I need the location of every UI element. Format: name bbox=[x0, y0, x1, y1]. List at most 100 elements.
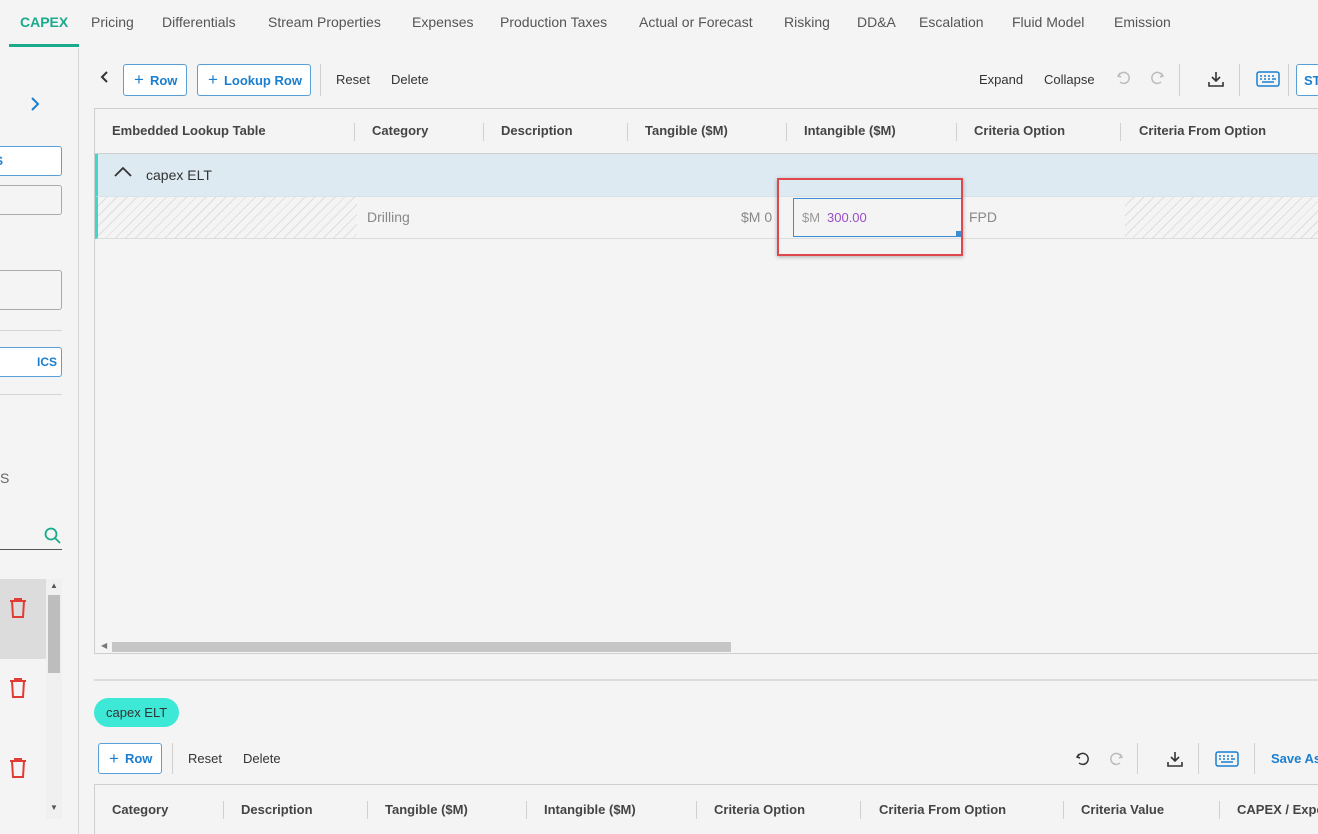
trash-icon[interactable] bbox=[9, 677, 27, 702]
column-separator[interactable] bbox=[223, 801, 224, 819]
column-separator[interactable] bbox=[354, 123, 355, 141]
cell-tangible[interactable]: $M 0 bbox=[741, 209, 772, 225]
scroll-up-icon[interactable]: ▲ bbox=[50, 581, 58, 590]
sidebar-scrollbar[interactable]: ▲ ▼ bbox=[46, 579, 62, 819]
download-icon[interactable] bbox=[1207, 70, 1225, 91]
cell-criteria-option[interactable]: FPD bbox=[969, 209, 997, 225]
column-header-intangible[interactable]: Intangible ($M) bbox=[804, 123, 896, 138]
chevron-up-icon[interactable] bbox=[113, 166, 133, 181]
column-header-category[interactable]: Category bbox=[112, 802, 168, 817]
tab-fluid-model[interactable]: Fluid Model bbox=[1012, 14, 1084, 30]
cell-category[interactable]: Drilling bbox=[367, 209, 410, 225]
column-separator[interactable] bbox=[1219, 801, 1220, 819]
group-row[interactable]: capex ELT bbox=[95, 154, 1318, 197]
trash-icon[interactable] bbox=[9, 597, 27, 622]
sidebar-button-ics[interactable]: ICS bbox=[0, 347, 62, 377]
edit-cell-value: 300.00 bbox=[827, 210, 867, 225]
column-separator[interactable] bbox=[483, 123, 484, 141]
tab-stream-properties[interactable]: Stream Properties bbox=[268, 14, 381, 30]
table-row[interactable]: Drilling $M 0 $M 300.00 FPD bbox=[95, 197, 1318, 239]
column-header-intangible[interactable]: Intangible ($M) bbox=[544, 802, 636, 817]
tab-risking[interactable]: Risking bbox=[784, 14, 830, 30]
tab-dda[interactable]: DD&A bbox=[857, 14, 896, 30]
column-header-criteria-option[interactable]: Criteria Option bbox=[714, 802, 805, 817]
toolbar-separator bbox=[320, 64, 321, 96]
delete-button[interactable]: Delete bbox=[391, 72, 429, 87]
lookup-table-chip[interactable]: capex ELT bbox=[94, 698, 180, 727]
column-separator[interactable] bbox=[860, 801, 861, 819]
capex-grid: Embedded Lookup Table Category Descripti… bbox=[94, 108, 1318, 654]
column-separator[interactable] bbox=[696, 801, 697, 819]
column-separator[interactable] bbox=[627, 123, 628, 141]
column-separator[interactable] bbox=[526, 801, 527, 819]
tab-expenses[interactable]: Expenses bbox=[412, 14, 473, 30]
tab-production-taxes[interactable]: Production Taxes bbox=[500, 14, 607, 30]
lookup-grid-header: Category Description Tangible ($M) Intan… bbox=[94, 784, 1318, 834]
intangible-edit-input[interactable]: $M 300.00 bbox=[793, 198, 962, 237]
plus-icon: + bbox=[109, 748, 119, 768]
undo-icon[interactable] bbox=[1075, 751, 1091, 770]
disabled-cell bbox=[98, 197, 357, 238]
keyboard-icon[interactable] bbox=[1215, 751, 1239, 770]
tab-capex[interactable]: CAPEX bbox=[20, 14, 68, 30]
sidebar-input[interactable] bbox=[0, 185, 62, 215]
search-icon[interactable] bbox=[44, 527, 62, 548]
column-header-tangible[interactable]: Tangible ($M) bbox=[645, 123, 728, 138]
delete-button[interactable]: Delete bbox=[243, 751, 281, 766]
list-item[interactable] bbox=[0, 579, 46, 659]
chevron-left-icon[interactable] bbox=[100, 70, 110, 89]
tab-actual-or-forecast[interactable]: Actual or Forecast bbox=[639, 14, 753, 30]
column-header-description[interactable]: Description bbox=[241, 802, 313, 817]
scroll-left-icon[interactable]: ◀ bbox=[101, 641, 107, 650]
collapse-button[interactable]: Collapse bbox=[1044, 72, 1095, 87]
column-header-embedded-lookup-table[interactable]: Embedded Lookup Table bbox=[112, 123, 266, 138]
tab-escalation[interactable]: Escalation bbox=[919, 14, 984, 30]
undo-icon[interactable] bbox=[1116, 70, 1132, 91]
scroll-down-icon[interactable]: ▼ bbox=[50, 803, 58, 812]
tab-differentials[interactable]: Differentials bbox=[162, 14, 236, 30]
column-header-capex-expense[interactable]: CAPEX / Expe bbox=[1237, 802, 1318, 817]
list-item[interactable] bbox=[0, 659, 46, 739]
column-header-criteria-option[interactable]: Criteria Option bbox=[974, 123, 1065, 138]
keyboard-icon[interactable] bbox=[1256, 71, 1280, 90]
list-item[interactable] bbox=[0, 739, 46, 819]
redo-icon[interactable] bbox=[1108, 751, 1124, 770]
save-as-button[interactable]: Save As bbox=[1271, 751, 1318, 766]
sidebar-list: ▲ ▼ bbox=[0, 579, 62, 819]
sidebar-textbox[interactable] bbox=[0, 270, 62, 310]
column-separator[interactable] bbox=[1120, 123, 1121, 141]
add-row-label: Row bbox=[124, 751, 153, 766]
download-icon[interactable] bbox=[1166, 750, 1184, 771]
tab-pricing[interactable]: Pricing bbox=[91, 14, 134, 30]
top-tab-bar: CAPEX Pricing Differentials Stream Prope… bbox=[0, 0, 1318, 48]
column-header-criteria-value[interactable]: Criteria Value bbox=[1081, 802, 1164, 817]
add-row-button[interactable]: + Row bbox=[98, 743, 162, 774]
column-header-criteria-from-option[interactable]: Criteria From Option bbox=[879, 802, 1006, 817]
trash-icon[interactable] bbox=[9, 757, 27, 782]
column-header-category[interactable]: Category bbox=[372, 123, 428, 138]
toolbar-separator bbox=[1137, 743, 1138, 774]
grid-header: Embedded Lookup Table Category Descripti… bbox=[95, 109, 1318, 154]
add-lookup-row-button[interactable]: + Lookup Row bbox=[197, 64, 311, 96]
tab-emission[interactable]: Emission bbox=[1114, 14, 1171, 30]
fill-handle[interactable] bbox=[956, 231, 961, 236]
add-row-button[interactable]: + Row bbox=[123, 64, 187, 96]
column-separator[interactable] bbox=[1063, 801, 1064, 819]
sidebar-button-top[interactable]: S bbox=[0, 146, 62, 176]
scrollbar-thumb[interactable] bbox=[112, 642, 731, 652]
reset-button[interactable]: Reset bbox=[336, 72, 370, 87]
reset-button[interactable]: Reset bbox=[188, 751, 222, 766]
horizontal-scrollbar[interactable]: ◀ bbox=[95, 639, 1318, 653]
column-header-description[interactable]: Description bbox=[501, 123, 573, 138]
scrollbar-thumb[interactable] bbox=[48, 595, 60, 673]
column-separator[interactable] bbox=[367, 801, 368, 819]
column-header-tangible[interactable]: Tangible ($M) bbox=[385, 802, 468, 817]
column-separator[interactable] bbox=[786, 123, 787, 141]
expand-button[interactable]: Expand bbox=[979, 72, 1023, 87]
column-header-criteria-from-option[interactable]: Criteria From Option bbox=[1139, 123, 1266, 138]
column-separator[interactable] bbox=[956, 123, 957, 141]
chevron-right-icon[interactable] bbox=[30, 95, 40, 116]
pane-divider[interactable] bbox=[94, 679, 1318, 681]
st-button[interactable]: ST bbox=[1296, 64, 1318, 96]
redo-icon[interactable] bbox=[1149, 70, 1165, 91]
